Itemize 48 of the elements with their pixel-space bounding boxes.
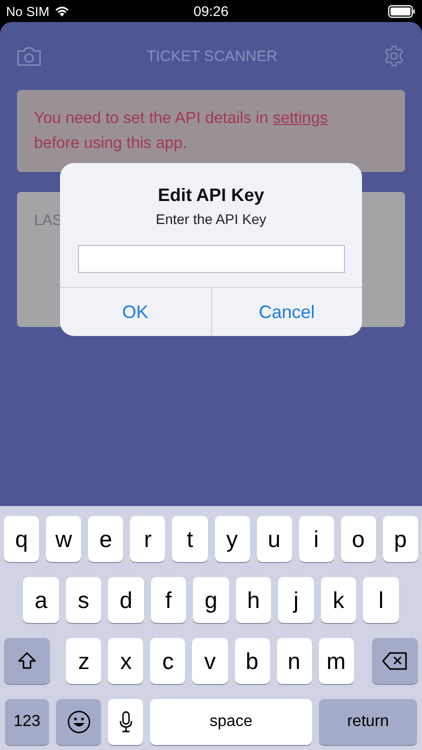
letter-key[interactable]: f bbox=[150, 577, 186, 623]
backspace-icon bbox=[382, 652, 408, 670]
space-key[interactable]: space bbox=[150, 699, 312, 745]
emoji-key[interactable] bbox=[56, 699, 101, 745]
delete-key[interactable] bbox=[372, 638, 418, 684]
emoji-icon bbox=[66, 710, 90, 734]
letter-key[interactable]: d bbox=[108, 577, 144, 623]
letter-key[interactable]: t bbox=[172, 516, 208, 562]
letter-key[interactable]: o bbox=[340, 516, 376, 562]
letter-key[interactable]: n bbox=[276, 638, 312, 684]
letter-key[interactable]: b bbox=[234, 638, 270, 684]
dictation-key[interactable] bbox=[108, 699, 143, 745]
microphone-icon bbox=[118, 711, 132, 733]
battery-icon bbox=[388, 4, 416, 18]
letter-key[interactable]: m bbox=[318, 638, 354, 684]
letter-key[interactable]: g bbox=[193, 577, 229, 623]
carrier-label: No SIM bbox=[6, 4, 50, 18]
letter-key[interactable]: s bbox=[66, 577, 102, 623]
letter-key[interactable]: h bbox=[236, 577, 272, 623]
ok-button[interactable]: OK bbox=[60, 288, 210, 336]
letter-key[interactable]: k bbox=[320, 577, 356, 623]
numbers-key[interactable]: 123 bbox=[5, 699, 49, 745]
cancel-button[interactable]: Cancel bbox=[210, 288, 362, 336]
letter-key[interactable]: q bbox=[4, 516, 40, 562]
letter-key[interactable]: u bbox=[256, 516, 292, 562]
letter-key[interactable]: r bbox=[130, 516, 166, 562]
letter-key[interactable]: a bbox=[23, 577, 59, 623]
letter-key[interactable]: e bbox=[88, 516, 124, 562]
letter-key[interactable]: j bbox=[278, 577, 314, 623]
letter-key[interactable]: i bbox=[298, 516, 334, 562]
letter-key[interactable]: v bbox=[192, 638, 228, 684]
app-title: TICKET SCANNER bbox=[146, 48, 278, 64]
dialog-title: Edit API Key bbox=[158, 185, 264, 206]
letter-key[interactable]: l bbox=[363, 577, 399, 623]
wifi-icon bbox=[54, 5, 70, 17]
letter-key[interactable]: c bbox=[150, 638, 186, 684]
clock-time: 09:26 bbox=[193, 3, 229, 19]
shift-key[interactable] bbox=[4, 638, 50, 684]
letter-key[interactable]: x bbox=[108, 638, 144, 684]
warning-message: You need to set the API details in settings before using this app. bbox=[34, 110, 328, 152]
api-key-field[interactable] bbox=[78, 245, 344, 273]
dialog-message: Enter the API Key bbox=[156, 211, 266, 227]
letter-key[interactable]: p bbox=[382, 516, 418, 562]
letter-key[interactable]: z bbox=[66, 638, 102, 684]
shift-icon bbox=[17, 651, 38, 671]
return-key[interactable]: return bbox=[319, 699, 417, 745]
letter-key[interactable]: w bbox=[46, 516, 82, 562]
letter-key[interactable]: y bbox=[214, 516, 250, 562]
